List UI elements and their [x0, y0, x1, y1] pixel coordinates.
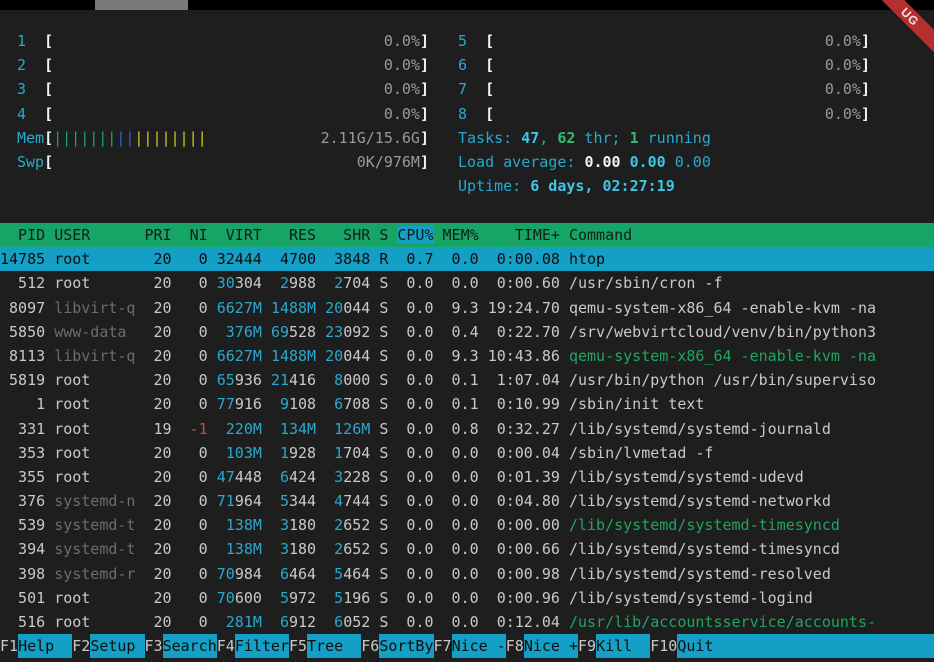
cpu-meter-5: 5 [0.0%]	[458, 29, 870, 53]
mem-meter: Mem[|||||||||||||||||2.11G/15.6G]	[17, 126, 429, 150]
process-row[interactable]: 376 systemd-n 20 0 71964 5344 4744 S 0.0…	[0, 489, 934, 513]
table-header: PID USER PRI NI VIRT RES SHR S CPU% MEM%…	[0, 223, 934, 247]
fkey-label-quit[interactable]: Quit	[677, 634, 934, 658]
meter-value: 0K/976M	[357, 153, 420, 171]
fkey-label-kill[interactable]: Kill	[596, 634, 650, 658]
fkey-f1[interactable]: F1	[0, 634, 18, 658]
column-header-res[interactable]: RES	[271, 226, 316, 244]
column-header-pid[interactable]: PID	[0, 226, 45, 244]
tasks-summary: Tasks: 47, 62 thr; 1 running	[458, 126, 870, 150]
load-average: Load average: 0.00 0.00 0.00	[458, 150, 870, 174]
process-row[interactable]: 353 root 20 0 103M 1928 1704 S 0.0 0.0 0…	[0, 441, 934, 465]
process-row[interactable]: 5819 root 20 0 65936 21416 8000 S 0.0 0.…	[0, 368, 934, 392]
fkey-label-setup[interactable]: Setup	[90, 634, 144, 658]
meter-value: 0.0%	[384, 105, 420, 123]
fkey-label-search[interactable]: Search	[163, 634, 217, 658]
meter-column-right: 5 [0.0%]6 [0.0%]7 [0.0%]8 [0.0%]Tasks: 4…	[458, 29, 870, 198]
function-key-bar: F1Help F2Setup F3SearchF4FilterF5Tree F6…	[0, 634, 934, 658]
meter-column-left: 1 [0.0%]2 [0.0%]3 [0.0%]4 [0.0%]Mem[||||…	[17, 29, 429, 174]
meter-value: 0.0%	[825, 56, 861, 74]
fkey-f6[interactable]: F6	[361, 634, 379, 658]
cpu-meter-3: 3 [0.0%]	[17, 77, 429, 101]
process-row[interactable]: 14785 root 20 0 32444 4700 3848 R 0.7 0.…	[0, 247, 934, 271]
process-row[interactable]: 1 root 20 0 77916 9108 6708 S 0.0 0.1 0:…	[0, 392, 934, 416]
fkey-label-nice--[interactable]: Nice -	[452, 634, 506, 658]
fkey-f7[interactable]: F7	[434, 634, 452, 658]
cpu-meter-8: 8 [0.0%]	[458, 102, 870, 126]
process-row[interactable]: 501 root 20 0 70600 5972 5196 S 0.0 0.0 …	[0, 586, 934, 610]
process-row[interactable]: 8097 libvirt-q 20 0 6627M 1488M 20044 S …	[0, 296, 934, 320]
fkey-f5[interactable]: F5	[289, 634, 307, 658]
column-header-s[interactable]: S	[379, 226, 388, 244]
fkey-f2[interactable]: F2	[72, 634, 90, 658]
fkey-f3[interactable]: F3	[145, 634, 163, 658]
fkey-label-sortby[interactable]: SortBy	[379, 634, 433, 658]
cpu-meter-4: 4 [0.0%]	[17, 102, 429, 126]
process-row[interactable]: 5850 www-data 20 0 376M 69528 23092 S 0.…	[0, 320, 934, 344]
fkey-label-help[interactable]: Help	[18, 634, 72, 658]
terminal-screen: 1 [0.0%]2 [0.0%]3 [0.0%]4 [0.0%]Mem[||||…	[0, 0, 934, 662]
column-header-mem[interactable]: MEM%	[443, 226, 479, 244]
uptime: Uptime: 6 days, 02:27:19	[458, 174, 870, 198]
fkey-f10[interactable]: F10	[650, 634, 677, 658]
fkey-label-nice-+[interactable]: Nice +	[524, 634, 578, 658]
cpu-meter-6: 6 [0.0%]	[458, 53, 870, 77]
fkey-label-filter[interactable]: Filter	[235, 634, 289, 658]
meter-value: 0.0%	[825, 32, 861, 50]
process-row[interactable]: 539 systemd-t 20 0 138M 3180 2652 S 0.0 …	[0, 513, 934, 537]
meter-value: 0.0%	[384, 56, 420, 74]
fkey-label-tree[interactable]: Tree	[307, 634, 361, 658]
process-row[interactable]: 8113 libvirt-q 20 0 6627M 1488M 20044 S …	[0, 344, 934, 368]
process-row[interactable]: 512 root 20 0 30304 2988 2704 S 0.0 0.0 …	[0, 271, 934, 295]
column-header-command[interactable]: Command	[569, 226, 632, 244]
process-row[interactable]: 355 root 20 0 47448 6424 3228 S 0.0 0.0 …	[0, 465, 934, 489]
cpu-meter-1: 1 [0.0%]	[17, 29, 429, 53]
process-row[interactable]: 331 root 19 -1 220M 134M 126M S 0.0 0.8 …	[0, 417, 934, 441]
meter-value: 0.0%	[825, 80, 861, 98]
window-top-strip	[0, 0, 934, 10]
meter-value: 2.11G/15.6G	[321, 129, 420, 147]
cpu-meter-2: 2 [0.0%]	[17, 53, 429, 77]
column-header-shr[interactable]: SHR	[325, 226, 370, 244]
process-row[interactable]: 516 root 20 0 281M 6912 6052 S 0.0 0.0 0…	[0, 610, 934, 634]
fkey-f4[interactable]: F4	[217, 634, 235, 658]
column-header-cpu[interactable]: CPU%	[397, 226, 433, 244]
cpu-meter-7: 7 [0.0%]	[458, 77, 870, 101]
window-tab[interactable]	[95, 0, 188, 10]
meter-value: 0.0%	[384, 80, 420, 98]
column-header-time[interactable]: TIME+	[488, 226, 560, 244]
meter-value: 0.0%	[384, 32, 420, 50]
column-header-user[interactable]: USER	[54, 226, 135, 244]
swap-meter: Swp[0K/976M]	[17, 150, 429, 174]
process-row[interactable]: 398 systemd-r 20 0 70984 6464 5464 S 0.0…	[0, 562, 934, 586]
process-row[interactable]: 394 systemd-t 20 0 138M 3180 2652 S 0.0 …	[0, 537, 934, 561]
column-header-pri[interactable]: PRI	[145, 226, 172, 244]
column-header-virt[interactable]: VIRT	[217, 226, 262, 244]
meter-value: 0.0%	[825, 105, 861, 123]
process-list: 14785 root 20 0 32444 4700 3848 R 0.7 0.…	[0, 247, 934, 634]
column-header-ni[interactable]: NI	[181, 226, 208, 244]
fkey-f9[interactable]: F9	[578, 634, 596, 658]
fkey-f8[interactable]: F8	[506, 634, 524, 658]
